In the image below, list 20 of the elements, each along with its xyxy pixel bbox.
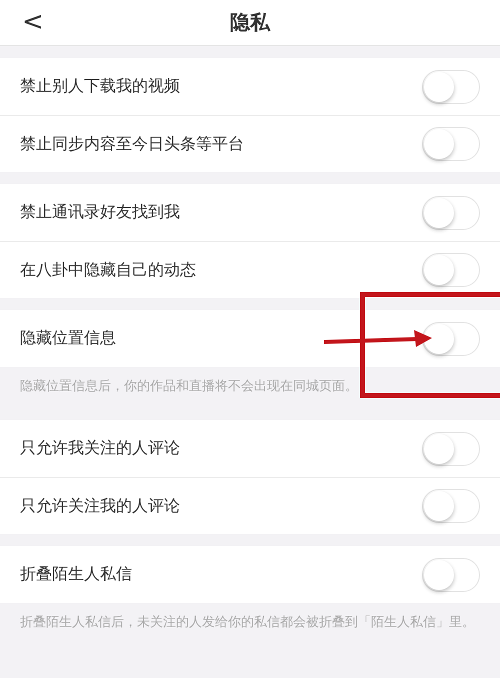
toggle-switch[interactable]: [422, 253, 480, 287]
page-title: 隐私: [230, 9, 270, 36]
toggle-switch[interactable]: [422, 127, 480, 161]
toggle-switch[interactable]: [422, 558, 480, 592]
setting-note: 折叠陌生人私信后，未关注的人发给你的私信都会被折叠到「陌生人私信」里。: [19, 614, 476, 632]
setting-label: 禁止同步内容至今日头条等平台: [20, 134, 244, 154]
setting-label: 隐藏位置信息: [20, 328, 116, 349]
setting-label: 禁止通讯录好友找到我: [20, 202, 180, 223]
toggle-switch[interactable]: [422, 196, 480, 230]
toggle-switch[interactable]: [422, 70, 480, 104]
toggle-switch[interactable]: [422, 489, 480, 523]
toggle-switch[interactable]: [422, 432, 480, 466]
setting-label: 只允许我关注的人评论: [20, 438, 180, 459]
setting-label: 禁止别人下载我的视频: [20, 76, 180, 97]
setting-label: 折叠陌生人私信: [20, 564, 132, 585]
toggle-switch[interactable]: [422, 322, 480, 356]
setting-note: 隐藏位置信息后，你的作品和直播将不会出现在同城页面。: [19, 378, 359, 396]
setting-label: 只允许关注我的人评论: [20, 496, 180, 516]
back-button[interactable]: <: [22, 7, 44, 37]
setting-label: 在八卦中隐藏自己的动态: [20, 260, 196, 280]
